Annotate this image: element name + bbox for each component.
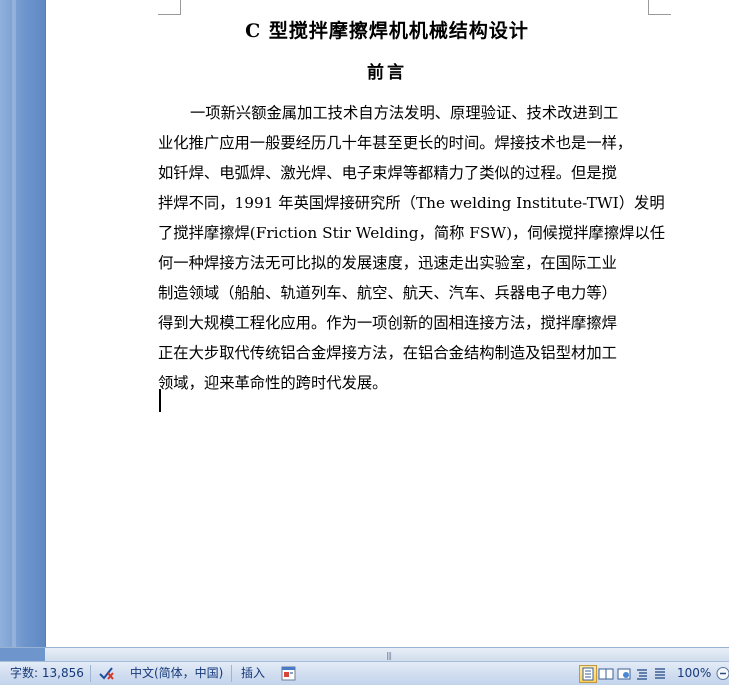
paragraph-line: 得到大规模工程化应用。作为一项创新的固相连接方法，搅拌摩擦焊 — [158, 314, 617, 332]
draft-view-button[interactable] — [651, 665, 669, 683]
horizontal-scroll-area[interactable]: ||| — [0, 647, 729, 662]
page-corner-mark-right — [648, 0, 671, 15]
paragraph-line: 了搅拌摩擦焊(Friction Stir Welding，简称 FSW)，伺候搅… — [158, 224, 666, 242]
paragraph-line: 领域，迎来革命性的跨时代发展。 — [158, 374, 388, 392]
paragraph-line: 何一种焊接方法无可比拟的发展速度，迅速走出实验室，在国际工业 — [158, 254, 617, 272]
language-indicator[interactable]: 中文(简体，中国) — [130, 662, 223, 685]
left-margin-highlight — [12, 0, 16, 647]
paragraph-line: 制造领域（船舶、轨道列车、航空、航天、汽车、兵器电子电力等） — [158, 284, 617, 302]
splitter-left-margin — [0, 648, 45, 662]
zoom-level[interactable]: 100% — [677, 662, 711, 685]
insert-mode-indicator[interactable]: 插入 — [241, 662, 265, 685]
full-screen-reading-view-button[interactable] — [597, 665, 615, 683]
outline-view-button[interactable] — [633, 665, 651, 683]
left-margin-background — [0, 0, 45, 647]
paragraph-line: 正在大步取代传统铝合金焊接方法，在铝合金结构制造及铝型材加工 — [158, 344, 617, 362]
status-separator — [90, 665, 91, 682]
paragraph-line: 拌焊不同，1991 年英国焊接研究所（The welding Institute… — [158, 194, 665, 212]
splitter-grip-icon[interactable]: ||| — [386, 651, 392, 660]
web-layout-view-button[interactable] — [615, 665, 633, 683]
document-workspace: C 型搅拌摩擦焊机机械结构设计 前言 一项新兴额金属加工技术自方法发明、原理验证… — [0, 0, 729, 647]
zoom-out-icon[interactable] — [716, 666, 729, 682]
paragraph-line: 如钎焊、电弧焊、激光焊、电子束焊等都精力了类似的过程。但是搅 — [158, 164, 617, 182]
paragraph-line: 一项新兴额金属加工技术自方法发明、原理验证、技术改进到工 — [190, 104, 619, 122]
paragraph-line: 业化推广应用一般要经历几十年甚至更长的时间。焊接技术也是一样， — [158, 134, 633, 152]
document-body[interactable]: 一项新兴额金属加工技术自方法发明、原理验证、技术改进到工 业化推广应用一般要经历… — [158, 98, 666, 398]
status-bar: 字数: 13,856 中文(简体，中国) 插入 100% — [0, 661, 729, 685]
status-separator — [231, 665, 232, 682]
document-title: C 型搅拌摩擦焊机机械结构设计 — [245, 20, 529, 42]
print-layout-view-button[interactable] — [579, 665, 597, 683]
macro-icon[interactable] — [281, 666, 296, 682]
text-cursor — [159, 389, 161, 412]
section-heading: 前言 — [367, 63, 407, 83]
spellcheck-icon[interactable] — [97, 665, 117, 682]
page-corner-mark-left — [158, 0, 181, 15]
word-count[interactable]: 字数: 13,856 — [10, 662, 84, 685]
